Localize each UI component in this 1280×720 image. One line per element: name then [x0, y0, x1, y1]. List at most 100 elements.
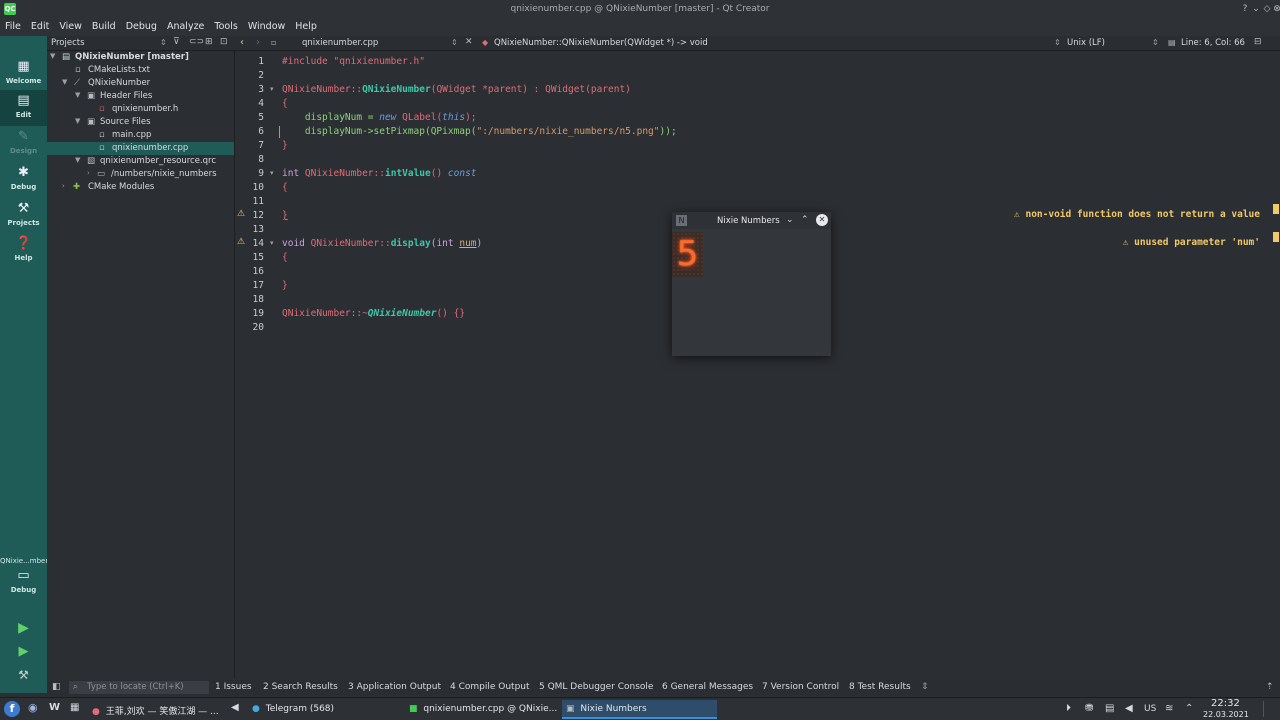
open-documents-combo[interactable]: qnixienumber.cpp: [302, 38, 378, 48]
selector-arrows-icon[interactable]: ⇕: [160, 38, 167, 47]
maximize-icon[interactable]: ⌃: [801, 215, 809, 225]
pane-search-results[interactable]: 2 Search Results: [263, 682, 338, 692]
expand-arrow-icon[interactable]: ▼: [75, 91, 83, 99]
menu-view[interactable]: View: [54, 19, 87, 32]
minimize-icon[interactable]: ⌄: [786, 215, 794, 225]
volume-icon[interactable]: ◀: [1125, 703, 1133, 714]
pane-test-results[interactable]: 8 Test Results: [849, 682, 911, 692]
link-icon[interactable]: ⊂⊃: [189, 37, 204, 47]
kit-selector[interactable]: QNixie...mber ▭ Debug: [0, 554, 48, 602]
debug-run-button[interactable]: ▶: [0, 642, 47, 662]
fold-arrow-icon[interactable]: ▾: [270, 85, 274, 93]
cursor-position[interactable]: Line: 6, Col: 66: [1181, 38, 1245, 48]
tree-item-resource-prefix[interactable]: › ▭ /numbers/nixie_numbers: [47, 168, 234, 181]
back-icon[interactable]: ‹: [240, 37, 244, 48]
media-play-icon[interactable]: ⏵: [1066, 703, 1071, 714]
tree-item-target[interactable]: ▼ ⟋ QNixieNumber: [47, 77, 234, 90]
collapse-arrow-icon[interactable]: ›: [87, 169, 95, 177]
run-button[interactable]: ▶: [0, 618, 47, 638]
tree-item-header-files[interactable]: ▼ ▣ Header Files: [47, 90, 234, 103]
menu-analyze[interactable]: Analyze: [162, 19, 209, 32]
mode-projects[interactable]: ⚒ Projects: [0, 198, 47, 234]
speaker-icon[interactable]: ◀: [231, 702, 239, 713]
tree-item-resource[interactable]: ▼ ▧ qnixienumber_resource.qrc: [47, 155, 234, 168]
fold-arrow-icon[interactable]: ▾: [270, 239, 274, 247]
window-title: qnixienumber.cpp @ QNixieNumber [master]…: [510, 4, 770, 14]
mode-edit[interactable]: ▤ Edit: [0, 90, 47, 126]
split-icon[interactable]: ⊞: [205, 37, 213, 47]
pane-qml-debugger-console[interactable]: 5 QML Debugger Console: [539, 682, 653, 692]
menu-window[interactable]: Window: [243, 19, 290, 32]
tray-expand-icon[interactable]: ⌃: [1185, 703, 1193, 714]
maximize-pane-icon[interactable]: ⇡: [1266, 682, 1274, 692]
fedora-menu-icon[interactable]: f: [4, 701, 20, 717]
mode-debug[interactable]: ✱ Debug: [0, 162, 47, 198]
split-icon[interactable]: ▤: [1168, 38, 1176, 47]
nixie-numbers-window[interactable]: N Nixie Numbers ⌄ ⌃ ✕ 5: [672, 212, 831, 356]
menu-edit[interactable]: Edit: [26, 19, 54, 32]
pane-issues[interactable]: 1 Issues: [215, 682, 252, 692]
clipboard-icon[interactable]: ▤: [1105, 703, 1114, 714]
tree-item-header-file[interactable]: ▫ qnixienumber.h: [47, 103, 234, 116]
pane-compile-output[interactable]: 4 Compile Output: [450, 682, 530, 692]
task-nixie-numbers[interactable]: ▣ Nixie Numbers: [562, 700, 717, 719]
expand-arrow-icon[interactable]: ▼: [50, 52, 58, 60]
code-token: QNixieNumber: [367, 308, 437, 319]
toggle-sidebar-icon[interactable]: ◧: [52, 682, 61, 692]
expand-arrow-icon[interactable]: ▼: [75, 156, 83, 164]
show-desktop-button[interactable]: [1263, 701, 1275, 717]
filter-icon[interactable]: ⊽: [173, 37, 180, 47]
more-panes-icon[interactable]: ⇕: [921, 682, 929, 692]
projects-view-selector[interactable]: Projects: [51, 38, 85, 48]
collapse-arrow-icon[interactable]: ›: [62, 182, 70, 190]
tree-item-cmake-modules[interactable]: › ✚ CMake Modules: [47, 181, 234, 194]
menu-tools[interactable]: Tools: [209, 19, 242, 32]
clock-date[interactable]: 22.03.2021: [1203, 710, 1249, 719]
tree-item-project[interactable]: ▼ ▤ QNixieNumber [master]: [47, 51, 234, 64]
wifi-icon[interactable]: ≋: [1165, 703, 1173, 714]
split-editor-icon[interactable]: ⊟: [1254, 37, 1262, 47]
task-music-player[interactable]: ● 王菲,刘欢 — 笑傲江湖 — ...: [88, 700, 228, 719]
expand-arrow-icon[interactable]: ▼: [75, 117, 83, 125]
tree-item-main-cpp[interactable]: ▫ main.cpp: [47, 129, 234, 142]
code-editor[interactable]: #include "qnixienumber.h" QNixieNumber::…: [280, 51, 1270, 678]
keyboard-layout[interactable]: US: [1144, 704, 1156, 714]
code-line-3: QNixieNumber::QNixieNumber(QWidget *pare…: [282, 84, 631, 95]
menu-debug[interactable]: Debug: [121, 19, 162, 32]
terminal-icon[interactable]: ▦: [70, 702, 79, 713]
line-ending-combo[interactable]: Unix (LF): [1067, 38, 1105, 48]
discord-icon[interactable]: ◉: [28, 701, 38, 714]
tree-item-source-files[interactable]: ▼ ▣ Source Files: [47, 116, 234, 129]
locator-input[interactable]: ⌕ Type to locate (Ctrl+K): [69, 681, 209, 694]
expand-arrow-icon[interactable]: ▼: [62, 78, 70, 86]
symbol-combo[interactable]: QNixieNumber::QNixieNumber(QWidget *) ->…: [494, 38, 708, 48]
mode-welcome[interactable]: ▦ Welcome: [0, 56, 47, 92]
clock-time[interactable]: 22:32: [1211, 698, 1240, 709]
tree-item-qnixienumber-cpp[interactable]: ▫ qnixienumber.cpp: [47, 142, 234, 155]
menu-file[interactable]: File: [0, 19, 26, 32]
menu-build[interactable]: Build: [87, 19, 121, 32]
task-qt-creator[interactable]: ■ qnixienumber.cpp @ QNixie...: [405, 700, 557, 719]
mode-help[interactable]: ❓ Help: [0, 233, 47, 269]
close-icon[interactable]: ⊗: [1271, 3, 1280, 15]
pane-version-control[interactable]: 7 Version Control: [762, 682, 839, 692]
devices-icon[interactable]: ⛃: [1085, 703, 1093, 714]
menu-help[interactable]: Help: [290, 19, 322, 32]
fold-arrow-icon[interactable]: ▾: [270, 169, 274, 177]
mode-design[interactable]: ✎ Design: [0, 126, 47, 162]
close-pane-icon[interactable]: ⊡: [220, 37, 228, 47]
close-icon[interactable]: ✕: [816, 214, 828, 226]
popup-titlebar[interactable]: N Nixie Numbers ⌄ ⌃ ✕: [672, 212, 831, 229]
task-label: 王菲,刘欢 — 笑傲江湖 — ...: [105, 707, 219, 717]
pane-general-messages[interactable]: 6 General Messages: [662, 682, 753, 692]
close-document-icon[interactable]: ✕: [465, 37, 473, 47]
build-button[interactable]: ⚒: [0, 666, 47, 686]
forward-icon[interactable]: ›: [256, 37, 260, 48]
warning-icon[interactable]: ⚠: [237, 237, 245, 247]
warning-icon[interactable]: ⚠: [237, 209, 245, 219]
editor-scrollbar[interactable]: [1270, 51, 1280, 678]
tree-item-cmakelists[interactable]: ▫ CMakeLists.txt: [47, 64, 234, 77]
task-telegram[interactable]: ● Telegram (568): [248, 700, 398, 719]
pane-application-output[interactable]: 3 Application Output: [348, 682, 441, 692]
app-launcher-icon[interactable]: W: [49, 702, 60, 713]
